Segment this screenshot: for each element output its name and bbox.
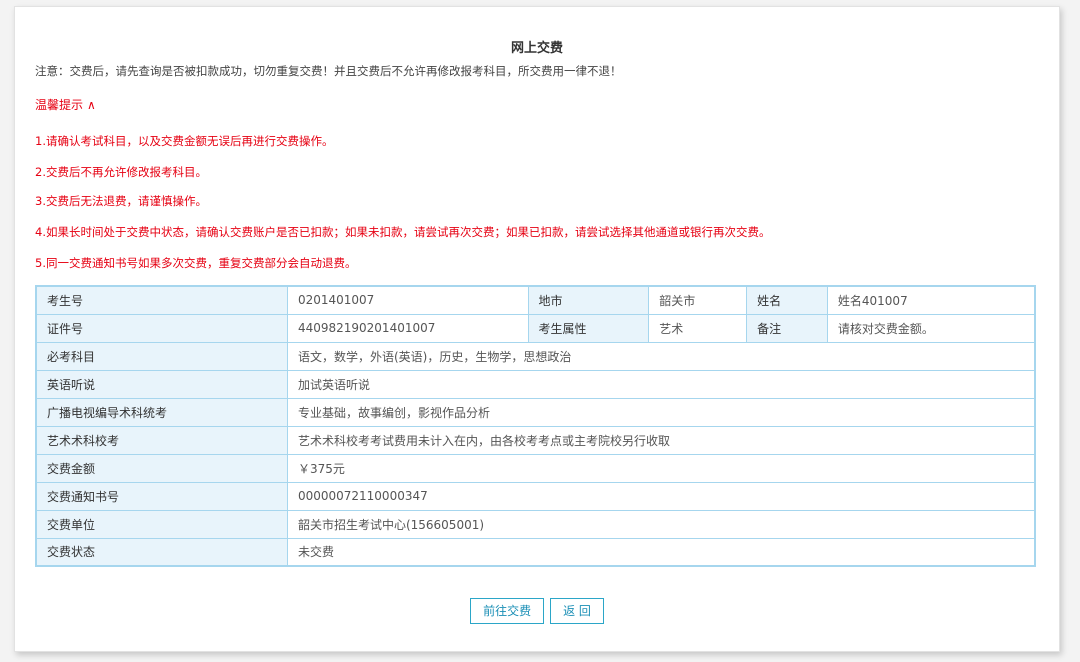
tips-header-label: 温馨提示: [35, 98, 84, 112]
broadcast-label: 广播电视编导术科统考: [35, 397, 288, 427]
unit-label: 交费单位: [35, 509, 288, 539]
city-value: 韶关市: [648, 285, 748, 315]
tips-toggle[interactable]: 温馨提示 ∧: [35, 96, 96, 113]
payment-panel: 网上交费 注意：交费后，请先查询是否被扣款成功，切勿重复交费！并且交费后不允许再…: [14, 6, 1060, 652]
unit-value: 韶关市招生考试中心(156605001): [286, 509, 1036, 539]
remark-label: 备注: [746, 313, 828, 343]
broadcast-value: 专业基础，故事编创，影视作品分析: [286, 397, 1036, 427]
pay-button[interactable]: 前往交费: [470, 598, 545, 624]
tip-item-2: 2.交费后不再允许修改报考科目。: [35, 165, 207, 179]
table-row: 交费状态 未交费: [35, 537, 1036, 567]
page-title: 网上交费: [510, 41, 563, 56]
notice-no-value: 00000072110000347: [286, 481, 1036, 511]
tip-item-1: 1.请确认考试科目，以及交费金额无误后再进行交费操作。: [35, 134, 334, 148]
table-row: 广播电视编导术科统考 专业基础，故事编创，影视作品分析: [35, 397, 1036, 427]
tip-item-3: 3.交费后无法退费，请谨慎操作。: [35, 194, 207, 208]
tip-item-5: 5.同一交费通知书号如果多次交费，重复交费部分会自动退费。: [35, 256, 357, 270]
attr-label: 考生属性: [527, 313, 650, 343]
action-buttons: 前往交费 返 回: [15, 598, 1059, 624]
required-subjects-value: 语文，数学，外语(英语)，历史，生物学，思想政治: [286, 341, 1036, 371]
status-value: 未交费: [286, 537, 1036, 567]
listening-value: 加试英语听说: [286, 369, 1036, 399]
exam-no-label: 考生号: [35, 285, 288, 315]
id-value: 440982190201401007: [286, 313, 529, 343]
chevron-up-icon: ∧: [87, 98, 96, 112]
id-label: 证件号: [35, 313, 288, 343]
notice-no-label: 交费通知书号: [35, 481, 288, 511]
name-value: 姓名401007: [826, 285, 1036, 315]
payment-notice: 注意：交费后，请先查询是否被扣款成功，切勿重复交费！并且交费后不允许再修改报考科…: [35, 64, 622, 78]
fee-label: 交费金额: [35, 453, 288, 483]
table-row: 证件号 440982190201401007 考生属性 艺术 备注 请核对交费金…: [35, 313, 1036, 343]
exam-no-value: 0201401007: [286, 285, 529, 315]
tip-item-4: 4.如果长时间处于交费中状态，请确认交费账户是否已扣款；如果未扣款，请尝试再次交…: [35, 225, 771, 239]
remark-value: 请核对交费金额。: [826, 313, 1036, 343]
attr-value: 艺术: [648, 313, 748, 343]
back-button[interactable]: 返 回: [550, 598, 604, 624]
city-label: 地市: [527, 285, 650, 315]
name-label: 姓名: [746, 285, 828, 315]
status-label: 交费状态: [35, 537, 288, 567]
required-subjects-label: 必考科目: [35, 341, 288, 371]
table-row: 艺术术科校考 艺术术科校考考试费用未计入在内，由各校考考点或主考院校另行收取: [35, 425, 1036, 455]
candidate-info-table: 考生号 0201401007 地市 韶关市 姓名 姓名401007 证件号 44…: [35, 285, 1036, 567]
table-row: 必考科目 语文，数学，外语(英语)，历史，生物学，思想政治: [35, 341, 1036, 371]
table-row: 交费单位 韶关市招生考试中心(156605001): [35, 509, 1036, 539]
listening-label: 英语听说: [35, 369, 288, 399]
art-school-label: 艺术术科校考: [35, 425, 288, 455]
art-school-value: 艺术术科校考考试费用未计入在内，由各校考考点或主考院校另行收取: [286, 425, 1036, 455]
table-row: 交费金额 ￥375元: [35, 453, 1036, 483]
table-row: 英语听说 加试英语听说: [35, 369, 1036, 399]
table-row: 考生号 0201401007 地市 韶关市 姓名 姓名401007: [35, 285, 1036, 315]
fee-value: ￥375元: [286, 453, 1036, 483]
table-row: 交费通知书号 00000072110000347: [35, 481, 1036, 511]
